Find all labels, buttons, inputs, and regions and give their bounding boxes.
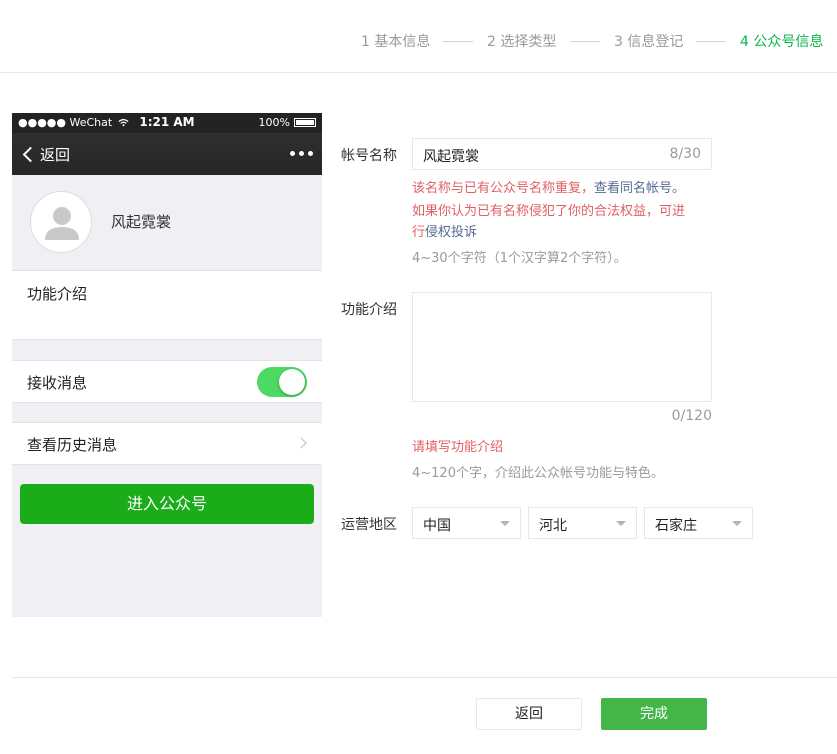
history-messages-cell[interactable]: 查看历史消息 [12,422,322,465]
phone-navbar: 返回 [12,133,322,175]
intro-error: 请填写功能介绍 [412,440,504,455]
name-error-line-3: 行侵权投诉 [412,225,478,240]
profile-name: 风起霓裳 [111,213,172,231]
intro-label: 功能介绍 [341,302,397,318]
step-basic-info: 1 基本信息 [361,34,431,50]
city-select[interactable]: 石家庄 [644,507,753,539]
name-char-count: 8/30 [669,146,701,162]
account-name-input[interactable]: 风起霓裳 8/30 [412,138,712,170]
user-placeholder-icon [45,207,79,240]
enter-account-button[interactable]: 进入公众号 [20,484,314,524]
done-button[interactable]: 完成 [601,698,707,730]
intro-cell: 功能介绍 [12,271,322,340]
more-icon[interactable] [290,145,313,156]
phone-back-button[interactable]: 返回 [22,144,70,165]
profile-header: 风起霓裳 [12,175,322,271]
view-same-name-link[interactable]: 查看同名帐号。 [594,181,685,196]
battery-icon [294,118,316,127]
caret-down-icon [732,521,742,526]
name-tip: 4~30个字符（1个汉字算2个字符）。 [412,251,627,266]
footer-divider [12,677,837,678]
step-divider [696,41,726,42]
phone-preview: ●●●●● WeChat 1:21 AM 100% 返回 风起霓裳 功能介绍 接… [12,113,322,617]
chevron-left-icon [22,146,39,163]
back-button[interactable]: 返回 [476,698,582,730]
caret-down-icon [616,521,626,526]
step-divider [443,41,473,42]
step-indicator: 1 基本信息 2 选择类型 3 信息登记 4 公众号信息 [0,0,837,73]
account-name-label: 帐号名称 [341,148,397,164]
intro-char-count: 0/120 [671,408,712,424]
country-select[interactable]: 中国 [412,507,521,539]
battery-status: 100% [259,116,316,129]
step-select-type: 2 选择类型 [487,34,557,50]
status-bar: ●●●●● WeChat 1:21 AM 100% [12,113,322,133]
region-label: 运营地区 [341,517,397,533]
receive-messages-cell: 接收消息 [12,360,322,403]
avatar [30,191,92,253]
name-error-line-1: 该名称与已有公众号名称重复，查看同名帐号。 [412,181,686,196]
intro-tip: 4~120个字，介绍此公众帐号功能与特色。 [412,466,664,481]
step-account-info: 4 公众号信息 [740,34,824,50]
step-divider [570,41,600,42]
province-select[interactable]: 河北 [528,507,637,539]
intro-textarea[interactable] [412,292,712,402]
name-error-line-2: 如果你认为已有名称侵犯了你的合法权益，可进 [412,204,686,219]
chevron-right-icon [295,437,307,449]
receive-messages-toggle[interactable] [257,367,307,397]
infringement-complaint-link[interactable]: 侵权投诉 [425,225,477,240]
step-info-register: 3 信息登记 [614,34,684,50]
caret-down-icon [500,521,510,526]
